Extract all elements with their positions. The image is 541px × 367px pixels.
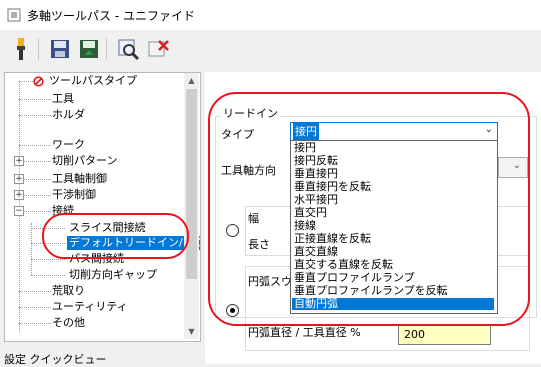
diameter-value: 200: [404, 328, 425, 341]
tree-line: [19, 323, 51, 324]
annotation-highlight: [42, 213, 189, 259]
expand-icon[interactable]: +: [14, 190, 24, 200]
tree-item-utility[interactable]: ユーティリティ: [52, 300, 128, 314]
scroll-up-icon[interactable]: ▲: [184, 73, 199, 88]
tree-item-tool[interactable]: 工具: [52, 92, 74, 106]
scroll-down-icon[interactable]: ▼: [184, 324, 199, 339]
tree-line: [19, 115, 51, 116]
window-title: 多軸ツールパス - ユニファイド: [27, 9, 195, 23]
tree-line: [19, 99, 51, 100]
tree-line: [31, 259, 65, 260]
collapse-icon[interactable]: −: [14, 206, 24, 216]
preview-icon[interactable]: [115, 36, 141, 62]
tree-item-cut-pattern[interactable]: 切削パターン: [52, 154, 117, 168]
tree-item-collision[interactable]: 干渉制御: [52, 188, 96, 202]
tree-item-workpiece[interactable]: ワーク: [52, 138, 85, 152]
expand-icon[interactable]: +: [14, 156, 24, 166]
toolbar-separator: [106, 38, 107, 60]
tree-item-roughing[interactable]: 荒取り: [52, 284, 85, 298]
tree-item-tool-axis[interactable]: 工具軸制御: [52, 172, 107, 186]
tree-line: [31, 275, 65, 276]
tree-line: [19, 145, 51, 146]
diameter-label: 円弧直径 / 工具直径 %: [248, 326, 361, 339]
save-icon[interactable]: [47, 36, 73, 62]
tree-line: [31, 223, 32, 275]
app-icon: [7, 8, 21, 22]
tree-line: [19, 291, 51, 292]
title-bar: 多軸ツールパス - ユニファイド: [0, 0, 541, 30]
expand-icon[interactable]: +: [14, 174, 24, 184]
tree-line: [19, 81, 33, 82]
delete-icon[interactable]: [145, 36, 171, 62]
tree-line: [19, 307, 51, 308]
quick-view-label: 設定 クイックビュー: [4, 353, 107, 366]
tree-item-cut-gap[interactable]: 切削方向ギャップ: [69, 268, 157, 282]
scroll-thumb[interactable]: [186, 89, 197, 279]
toolbar: [0, 30, 541, 70]
settings-tree: + + + − ツールパスタイプ 工具 ホルダ ワーク 切削パターン 工具軸制御…: [4, 72, 201, 342]
save-green-icon[interactable]: [76, 36, 102, 62]
prohibited-icon: [33, 76, 44, 87]
tool-icon[interactable]: [8, 36, 34, 62]
tree-item-holder[interactable]: ホルダ: [52, 108, 85, 122]
tree-item-toolpath-type[interactable]: ツールパスタイプ: [49, 74, 137, 88]
annotation-highlight: [208, 92, 530, 326]
toolbar-separator: [38, 38, 39, 60]
diameter-input[interactable]: 200: [398, 325, 491, 345]
tree-item-misc[interactable]: その他: [52, 316, 85, 330]
